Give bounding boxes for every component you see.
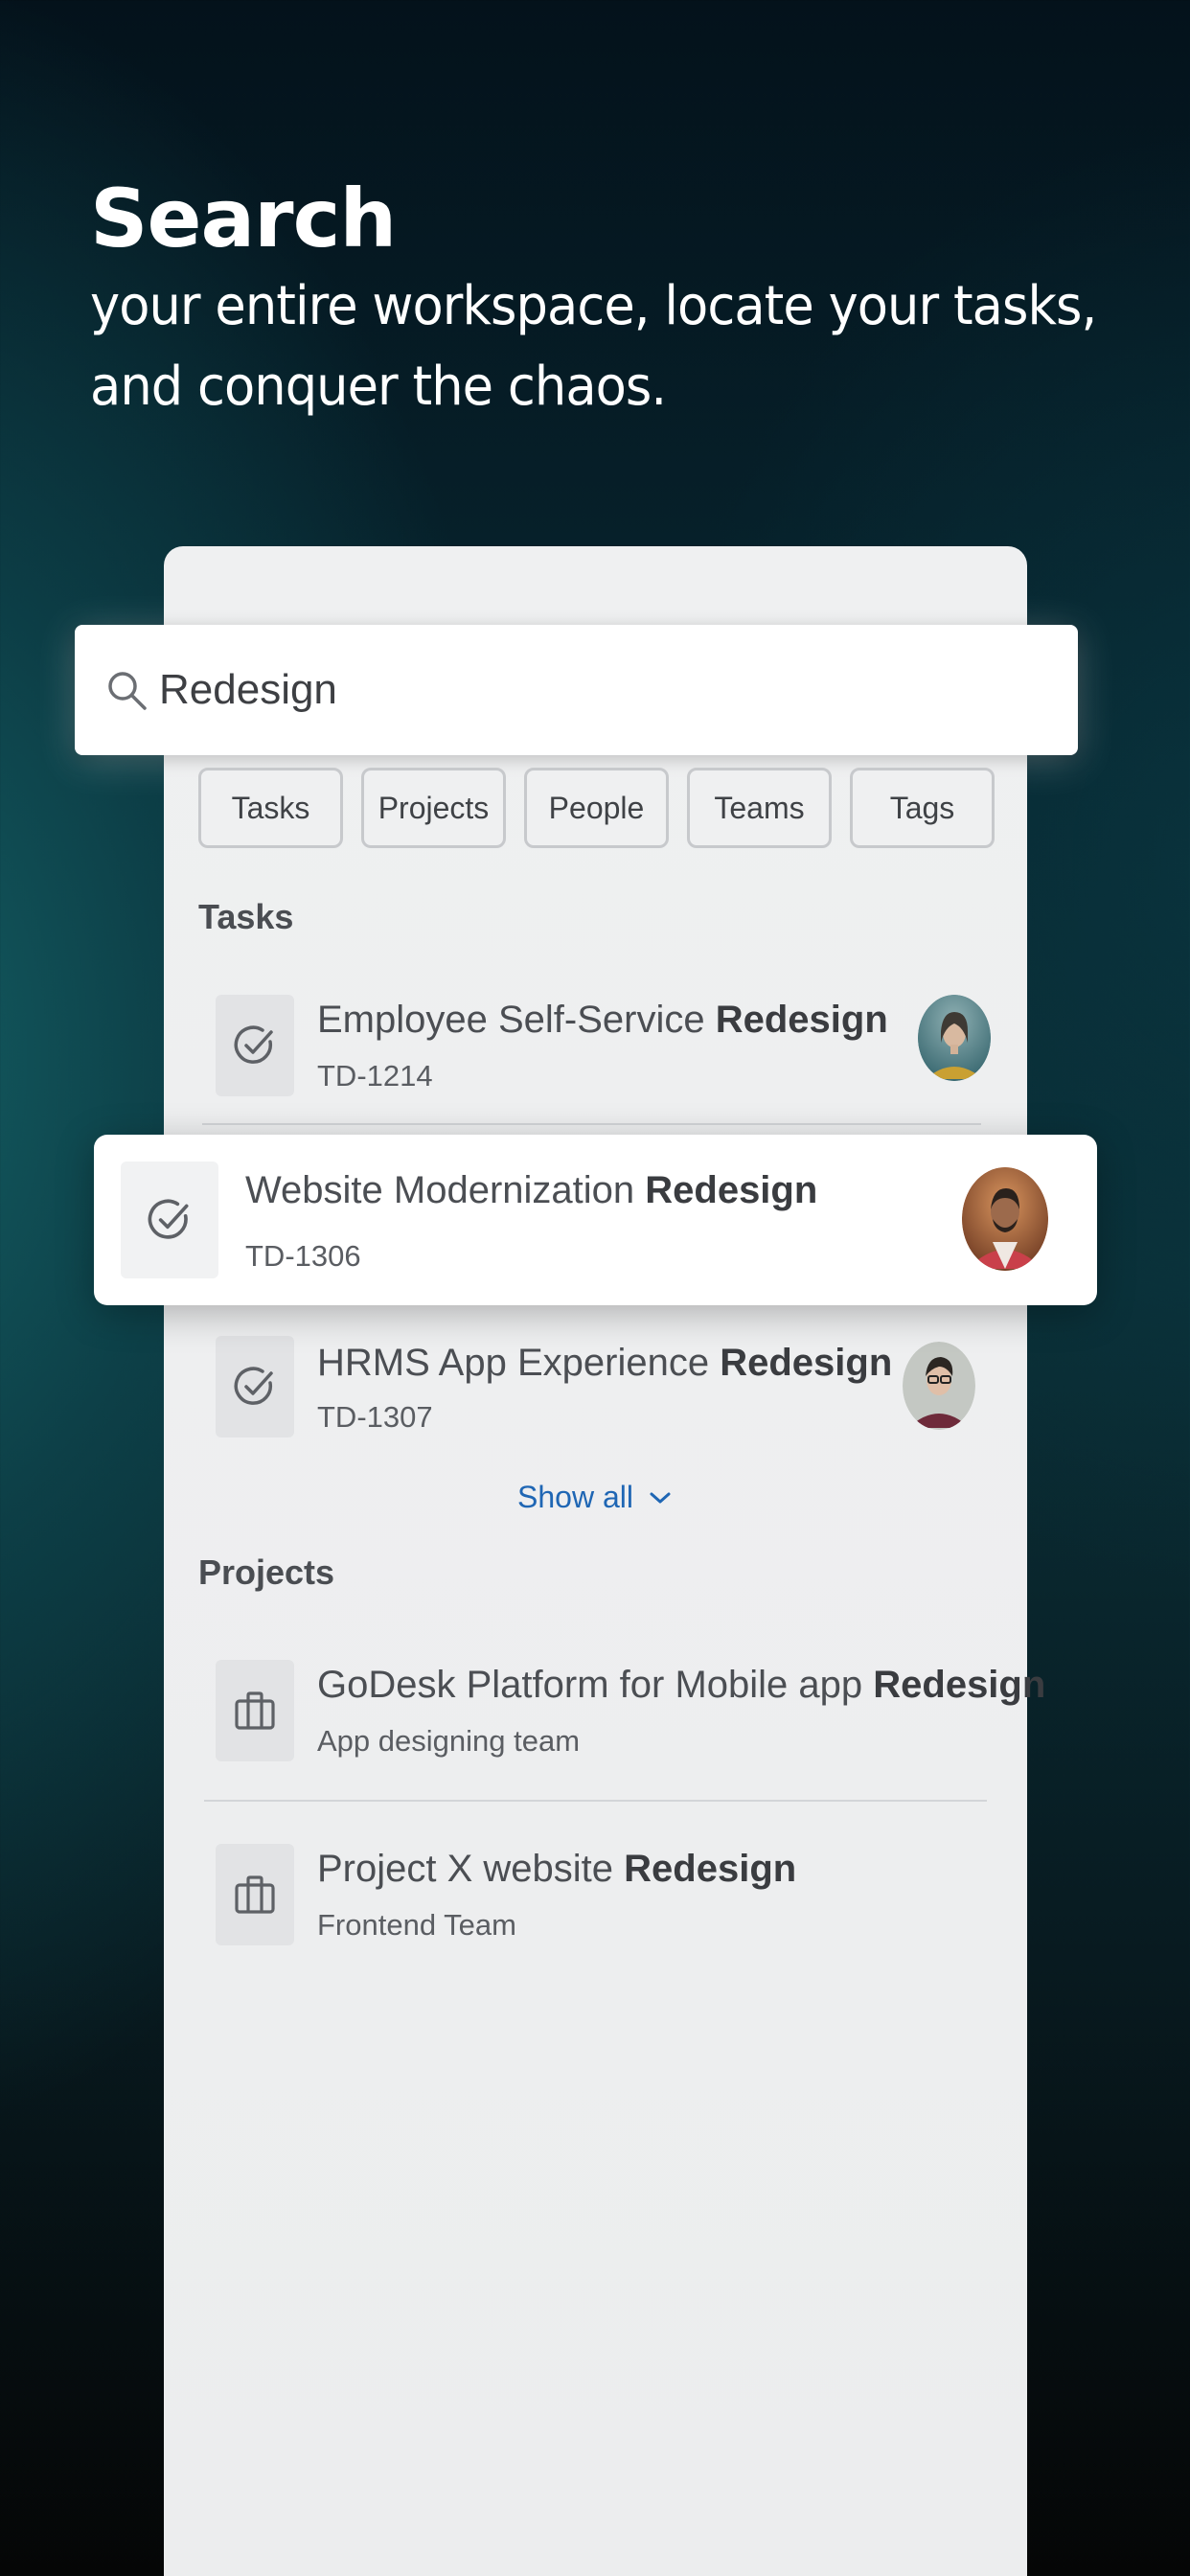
- chevron-down-icon: [650, 1492, 671, 1503]
- briefcase-icon: [235, 1691, 275, 1730]
- filter-chip-tasks[interactable]: Tasks: [198, 768, 343, 848]
- divider: [204, 1800, 987, 1802]
- check-circle-icon: [234, 1367, 273, 1405]
- avatar: [962, 1167, 1048, 1271]
- briefcase-icon: [235, 1875, 275, 1914]
- check-circle-icon: [234, 1025, 273, 1064]
- task-title-text: HRMS App Experience: [317, 1342, 710, 1384]
- task-title-highlight: Redesign: [715, 999, 888, 1041]
- task-title: Website Modernization Redesign: [245, 1167, 817, 1213]
- projects-section-label: Projects: [198, 1552, 335, 1592]
- task-icon-box: [121, 1162, 218, 1278]
- task-title-highlight: Redesign: [645, 1169, 818, 1211]
- project-title-text: GoDesk Platform for Mobile app: [317, 1664, 863, 1706]
- headline: Search your entire workspace, locate you…: [90, 171, 1144, 427]
- check-circle-icon: [148, 1199, 189, 1239]
- filter-chip-teams[interactable]: Teams: [687, 768, 832, 848]
- task-title-text: Website Modernization: [245, 1169, 646, 1211]
- project-title: Project X website Redesign: [317, 1846, 796, 1892]
- task-title-highlight: Redesign: [720, 1342, 893, 1384]
- show-all-label: Show all: [517, 1480, 633, 1514]
- project-team: App designing team: [317, 1724, 581, 1758]
- task-row-2-highlighted[interactable]: Website Modernization Redesign TD-1306: [94, 1135, 1097, 1305]
- task-id: TD-1214: [317, 1059, 433, 1092]
- task-id: TD-1306: [245, 1239, 361, 1273]
- project-title: GoDesk Platform for Mobile app Redesign: [317, 1662, 1045, 1708]
- filter-chip-tags[interactable]: Tags: [850, 768, 995, 848]
- headline-title: Search: [90, 172, 397, 265]
- task-icon-box: [216, 995, 294, 1096]
- task-title: Employee Self-Service Redesign: [317, 997, 888, 1043]
- show-all-button[interactable]: Show all: [517, 1480, 672, 1515]
- divider: [202, 1123, 981, 1125]
- avatar: [918, 995, 991, 1081]
- project-title-highlight: Redesign: [624, 1848, 797, 1890]
- search-input[interactable]: Redesign: [75, 625, 1078, 755]
- search-icon: [108, 672, 147, 710]
- project-title-highlight: Redesign: [873, 1664, 1046, 1706]
- filter-chips: Tasks Projects People Teams Tags: [198, 768, 995, 848]
- headline-subtitle-line1: your entire workspace, locate your tasks…: [90, 275, 1097, 337]
- avatar: [903, 1342, 975, 1430]
- task-id: TD-1307: [317, 1400, 433, 1434]
- filter-chip-projects[interactable]: Projects: [361, 768, 506, 848]
- headline-subtitle-line2: and conquer the chaos.: [90, 356, 667, 418]
- tasks-section-label: Tasks: [198, 897, 294, 936]
- project-team: Frontend Team: [317, 1908, 516, 1942]
- search-query[interactable]: Redesign: [159, 663, 337, 717]
- task-title-text: Employee Self-Service: [317, 999, 705, 1041]
- filter-chip-people[interactable]: People: [524, 768, 669, 848]
- project-title-text: Project X website: [317, 1848, 614, 1890]
- project-icon-box: [216, 1844, 294, 1945]
- task-icon-box: [216, 1336, 294, 1438]
- project-icon-box: [216, 1660, 294, 1761]
- task-title: HRMS App Experience Redesign: [317, 1340, 892, 1386]
